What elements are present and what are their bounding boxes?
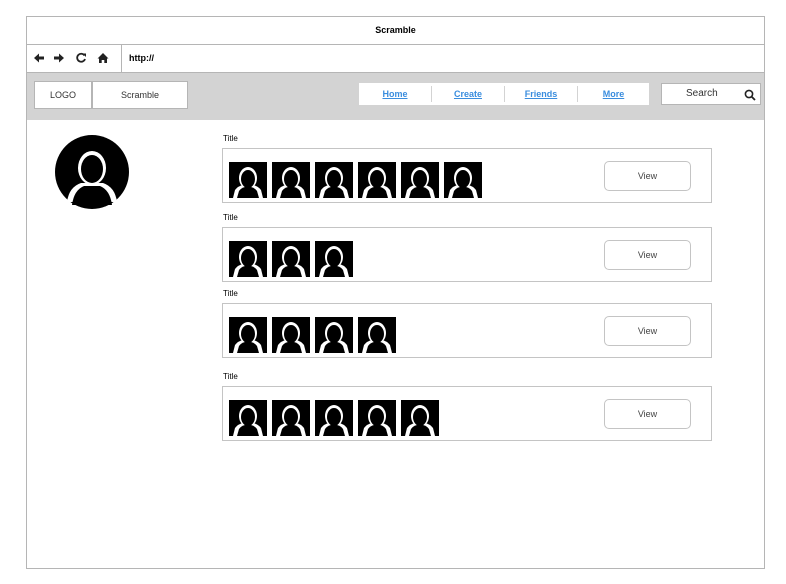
- home-icon[interactable]: [97, 52, 109, 64]
- address-divider: [121, 45, 122, 72]
- section-title: Title: [223, 372, 238, 381]
- user-thumbnail-icon[interactable]: [315, 317, 353, 353]
- user-thumbnail-icon[interactable]: [315, 400, 353, 436]
- forward-arrow-icon[interactable]: [53, 52, 65, 64]
- thumbnail-strip: [229, 241, 353, 277]
- app-name[interactable]: Scramble: [92, 81, 188, 109]
- user-thumbnail-icon[interactable]: [272, 317, 310, 353]
- view-button[interactable]: View: [604, 240, 691, 270]
- user-thumbnail-icon[interactable]: [358, 162, 396, 198]
- nav-more[interactable]: More: [578, 83, 649, 105]
- thumbnail-strip: [229, 162, 482, 198]
- nav-home[interactable]: Home: [359, 83, 431, 105]
- user-thumbnail-icon[interactable]: [272, 162, 310, 198]
- user-thumbnail-icon[interactable]: [315, 162, 353, 198]
- back-arrow-icon[interactable]: [33, 52, 45, 64]
- user-thumbnail-icon[interactable]: [358, 400, 396, 436]
- user-thumbnail-icon[interactable]: [358, 317, 396, 353]
- url-field[interactable]: http://: [129, 45, 154, 72]
- nav-menu: Home Create Friends More: [359, 83, 649, 105]
- profile-avatar-icon[interactable]: [55, 135, 129, 209]
- user-thumbnail-icon[interactable]: [229, 317, 267, 353]
- refresh-icon[interactable]: [75, 52, 87, 64]
- user-thumbnail-icon[interactable]: [229, 241, 267, 277]
- search-box[interactable]: Search: [661, 83, 761, 105]
- section-title: Title: [223, 213, 238, 222]
- window-titlebar: Scramble: [27, 17, 764, 45]
- user-thumbnail-icon[interactable]: [401, 162, 439, 198]
- window-title: Scramble: [375, 25, 416, 35]
- section-row: View: [222, 303, 712, 358]
- section-title: Title: [223, 134, 238, 143]
- section-row: View: [222, 227, 712, 282]
- nav-create[interactable]: Create: [432, 83, 504, 105]
- search-label: Search: [686, 88, 718, 99]
- section-row: View: [222, 386, 712, 441]
- user-thumbnail-icon[interactable]: [229, 400, 267, 436]
- view-button[interactable]: View: [604, 399, 691, 429]
- address-bar: http://: [27, 45, 764, 73]
- user-thumbnail-icon[interactable]: [401, 400, 439, 436]
- view-button[interactable]: View: [604, 161, 691, 191]
- user-thumbnail-icon[interactable]: [272, 241, 310, 277]
- thumbnail-strip: [229, 400, 439, 436]
- search-icon[interactable]: [744, 88, 756, 101]
- user-thumbnail-icon[interactable]: [229, 162, 267, 198]
- user-thumbnail-icon[interactable]: [272, 400, 310, 436]
- nav-friends[interactable]: Friends: [505, 83, 577, 105]
- user-thumbnail-icon[interactable]: [315, 241, 353, 277]
- user-thumbnail-icon[interactable]: [444, 162, 482, 198]
- thumbnail-strip: [229, 317, 396, 353]
- view-button[interactable]: View: [604, 316, 691, 346]
- section-row: View: [222, 148, 712, 203]
- section-title: Title: [223, 289, 238, 298]
- logo[interactable]: LOGO: [34, 81, 92, 109]
- browser-window: Scramble http:// LOGO Scramble Home Crea…: [26, 16, 765, 569]
- site-header: LOGO Scramble Home Create Friends More S…: [27, 73, 764, 120]
